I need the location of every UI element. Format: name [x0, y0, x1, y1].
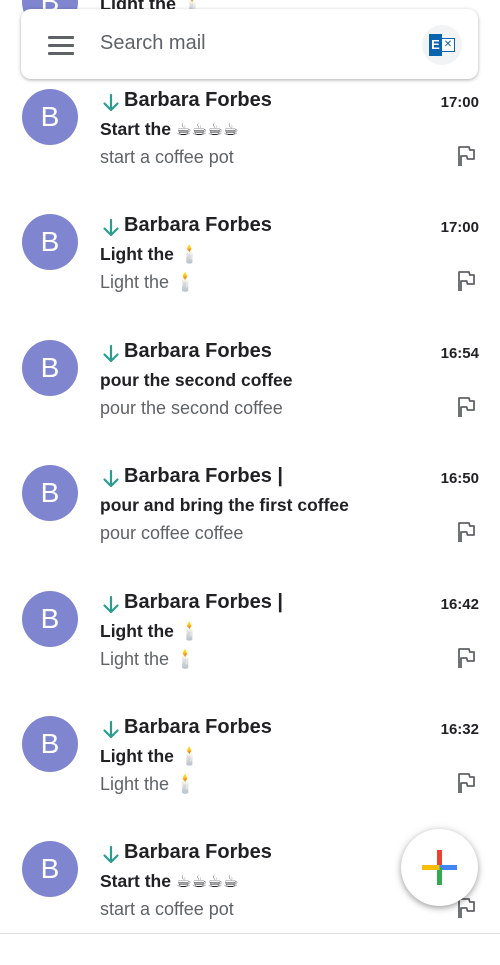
email-time: 17:00 — [440, 219, 479, 237]
arrow-down-icon — [102, 720, 120, 740]
email-snippet: pour the second coffee — [100, 397, 283, 418]
email-row[interactable]: B Barbara Forbes | 16:42 Light the 🕯️ Light … — [0, 589, 500, 714]
email-row[interactable]: B Barbara Forbes 17:00 Light the 🕯️ Light th… — [0, 212, 500, 337]
arrow-down-icon — [102, 595, 120, 615]
email-row[interactable]: B Barbara Forbes 16:32 Light the 🕯️ Light th… — [0, 714, 500, 839]
email-time: 16:50 — [440, 470, 479, 488]
avatar[interactable]: B — [22, 89, 78, 145]
outlook-exchange-icon: E ✕ — [429, 34, 455, 56]
sender-line: Barbara Forbes — [102, 89, 422, 117]
email-snippet: Light the 🕯️ — [100, 773, 197, 794]
email-subject: Light the 🕯️ — [100, 244, 201, 265]
sender-line: Barbara Forbes — [102, 214, 422, 242]
account-switcher-button[interactable]: E ✕ — [422, 25, 462, 65]
email-snippet: start a coffee pot — [100, 147, 234, 167]
email-snippet: Light the 🕯️ — [100, 648, 197, 669]
sender-line: Barbara Forbes | — [102, 465, 422, 493]
avatar[interactable]: B — [22, 715, 78, 772]
compose-button[interactable] — [401, 829, 478, 906]
flag-icon[interactable] — [456, 772, 476, 794]
email-sender: Barbara Forbes | — [124, 590, 283, 613]
email-snippet: Light the 🕯️ — [100, 272, 197, 293]
arrow-down-icon — [102, 845, 120, 865]
email-subject: Start the ☕☕☕☕ — [100, 871, 239, 892]
search-bar[interactable]: Search mail E ✕ — [21, 9, 478, 79]
plus-icon — [422, 850, 457, 885]
arrow-down-icon — [102, 218, 120, 238]
email-subject: pour and bring the first coffee — [100, 495, 349, 516]
search-input[interactable]: Search mail — [100, 32, 206, 55]
email-row[interactable]: B Barbara Forbes 16:54 pour the second coff… — [0, 338, 500, 463]
sender-line: Barbara Forbes | — [102, 591, 422, 619]
email-sender: Barbara Forbes — [124, 89, 272, 111]
email-sender: Barbara Forbes — [124, 214, 272, 237]
arrow-down-icon — [102, 93, 120, 113]
email-time: 16:42 — [440, 595, 479, 613]
email-row[interactable]: B Barbara Forbes 17:00 Start the ☕☕☕☕ start … — [0, 87, 500, 212]
email-row[interactable]: B Barbara Forbes | 16:50 pour and bring the… — [0, 463, 500, 588]
sender-line: Barbara Forbes — [102, 716, 422, 744]
avatar[interactable]: B — [22, 465, 78, 522]
avatar[interactable]: B — [22, 214, 78, 271]
avatar[interactable]: B — [22, 339, 78, 396]
arrow-down-icon — [102, 469, 120, 489]
email-sender: Barbara Forbes — [124, 841, 272, 864]
divider — [0, 933, 500, 934]
email-subject: pour the second coffee — [100, 369, 293, 390]
avatar[interactable]: B — [22, 841, 78, 898]
hamburger-menu-icon[interactable] — [48, 36, 74, 55]
avatar[interactable]: B — [22, 590, 78, 647]
arrow-down-icon — [102, 344, 120, 364]
flag-icon[interactable] — [456, 521, 476, 543]
flag-icon[interactable] — [456, 270, 476, 292]
email-time: 16:54 — [440, 344, 479, 362]
email-sender: Barbara Forbes — [124, 339, 272, 362]
flag-icon[interactable] — [456, 145, 476, 167]
email-snippet: start a coffee pot — [100, 899, 234, 920]
email-time: 17:00 — [440, 94, 479, 111]
email-subject: Start the ☕☕☕☕ — [100, 119, 239, 139]
sender-line: Barbara Forbes — [102, 841, 422, 869]
email-sender: Barbara Forbes — [124, 715, 272, 738]
email-snippet: pour coffee coffee — [100, 523, 244, 544]
email-subject: Light the 🕯️ — [100, 745, 201, 766]
email-sender: Barbara Forbes | — [124, 465, 283, 488]
flag-icon[interactable] — [456, 647, 476, 669]
sender-line: Barbara Forbes — [102, 340, 422, 368]
email-subject: Light the 🕯️ — [100, 620, 201, 641]
email-time: 16:32 — [440, 720, 479, 738]
flag-icon[interactable] — [456, 396, 476, 418]
